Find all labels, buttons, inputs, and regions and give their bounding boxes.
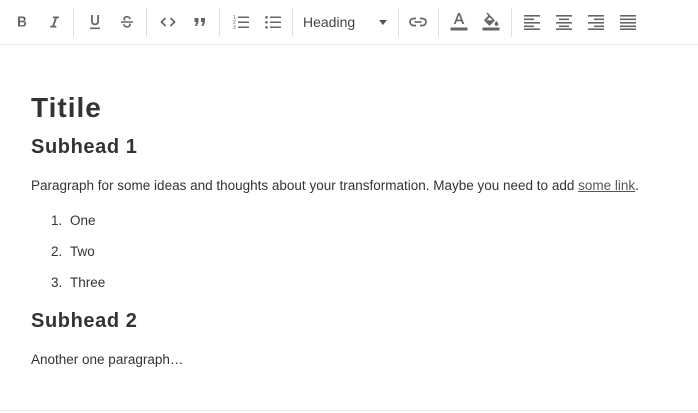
subhead-2: Subhead 2 (31, 310, 138, 332)
paragraph-1: Paragraph for some ideas and thoughts ab… (31, 177, 639, 195)
some-link[interactable]: some link (578, 178, 635, 193)
rich-text-editor: 1 2 3 Heading Titile Subhead 1 Paragraph… (0, 0, 698, 413)
paragraph-2: Another one paragraph… (31, 352, 184, 367)
list-item-number: 1. (51, 213, 63, 228)
list-item-number: 3. (51, 275, 63, 290)
subhead-1: Subhead 1 (31, 136, 138, 158)
document-title: Titile (31, 92, 102, 123)
editor-bottom-border (0, 410, 698, 411)
bold-icon (18, 16, 27, 27)
list-item-number: 2. (51, 244, 63, 259)
list-item-text: Two (70, 244, 95, 259)
list-item-text: Three (70, 275, 106, 290)
paragraph-1-end: . (635, 178, 639, 193)
editor-content-area[interactable]: Titile Subhead 1 Paragraph for some idea… (31, 0, 671, 410)
paragraph-1-text: Paragraph for some ideas and thoughts ab… (31, 178, 579, 193)
list-item-text: One (70, 213, 96, 228)
